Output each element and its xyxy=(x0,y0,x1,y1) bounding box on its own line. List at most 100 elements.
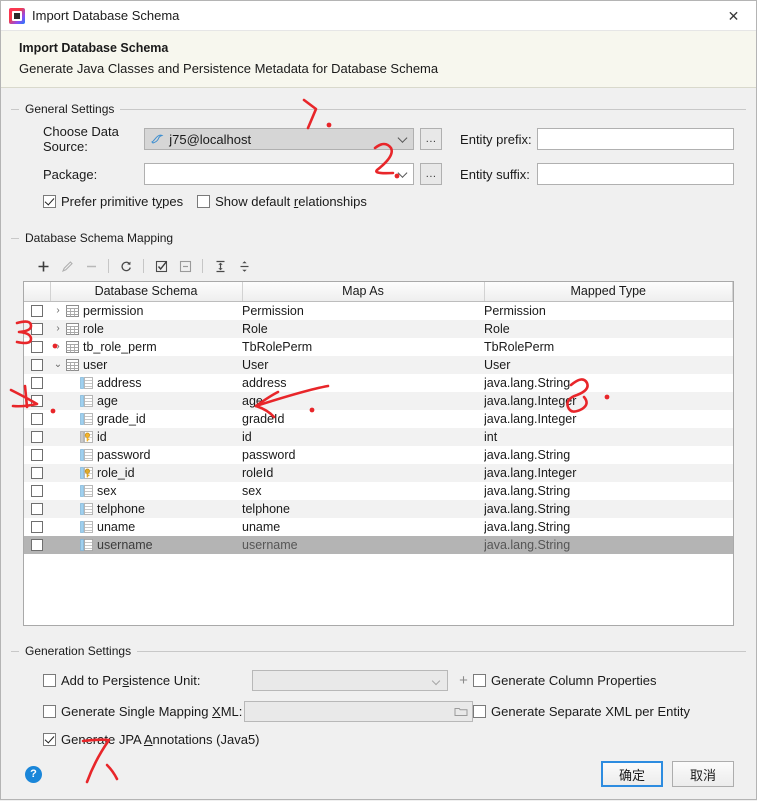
generate-column-properties-checkbox[interactable] xyxy=(473,674,486,687)
mapped-type-cell[interactable]: java.lang.String xyxy=(484,518,733,536)
expand-all-icon[interactable] xyxy=(208,256,232,276)
row-checkbox-cell[interactable] xyxy=(24,301,50,320)
map-as-cell[interactable]: password xyxy=(242,446,484,464)
select-all-icon[interactable] xyxy=(149,256,173,276)
table-row[interactable]: role_idroleIdjava.lang.Integer xyxy=(24,464,733,482)
row-checkbox[interactable] xyxy=(31,449,43,461)
help-icon[interactable]: ? xyxy=(25,766,42,783)
row-checkbox-cell[interactable] xyxy=(24,410,50,428)
close-icon[interactable]: ✕ xyxy=(711,1,756,31)
data-source-combo[interactable]: j75@localhost xyxy=(144,128,414,150)
collapse-all-icon[interactable] xyxy=(232,256,256,276)
map-as-cell[interactable]: User xyxy=(242,356,484,374)
row-checkbox-cell[interactable] xyxy=(24,338,50,356)
mapped-type-cell[interactable]: java.lang.Integer xyxy=(484,410,733,428)
header-database-schema[interactable]: Database Schema xyxy=(50,282,242,301)
map-as-cell[interactable]: uname xyxy=(242,518,484,536)
mapped-type-cell[interactable]: java.lang.Integer xyxy=(484,464,733,482)
table-row[interactable]: passwordpasswordjava.lang.String xyxy=(24,446,733,464)
map-as-cell[interactable]: gradeId xyxy=(242,410,484,428)
map-as-cell[interactable]: id xyxy=(242,428,484,446)
entity-suffix-input[interactable] xyxy=(537,163,734,185)
single-xml-path-field[interactable] xyxy=(244,701,473,722)
table-row[interactable]: sexsexjava.lang.String xyxy=(24,482,733,500)
row-checkbox[interactable] xyxy=(31,377,43,389)
row-checkbox-cell[interactable] xyxy=(24,356,50,374)
mapped-type-cell[interactable]: java.lang.Integer xyxy=(484,392,733,410)
row-checkbox[interactable] xyxy=(31,341,43,353)
row-checkbox-cell[interactable] xyxy=(24,500,50,518)
row-checkbox[interactable] xyxy=(31,467,43,479)
row-checkbox[interactable] xyxy=(31,413,43,425)
map-as-cell[interactable]: username xyxy=(242,536,484,554)
cancel-button[interactable]: 取消 xyxy=(672,761,734,787)
deselect-all-icon[interactable] xyxy=(173,256,197,276)
table-row[interactable]: ›permissionPermissionPermission xyxy=(24,301,733,320)
mapped-type-cell[interactable]: Permission xyxy=(484,301,733,320)
table-row[interactable]: ⌄userUserUser xyxy=(24,356,733,374)
package-browse-button[interactable]: ... xyxy=(420,163,442,185)
row-checkbox[interactable] xyxy=(31,521,43,533)
mapped-type-cell[interactable]: java.lang.String xyxy=(484,536,733,554)
mapped-type-cell[interactable]: java.lang.String xyxy=(484,374,733,392)
table-row[interactable]: grade_idgradeIdjava.lang.Integer xyxy=(24,410,733,428)
chevron-right-icon[interactable]: › xyxy=(50,323,66,334)
row-checkbox-cell[interactable] xyxy=(24,446,50,464)
table-row[interactable]: ididint xyxy=(24,428,733,446)
table-row[interactable]: ›roleRoleRole xyxy=(24,320,733,338)
table-row[interactable]: unameunamejava.lang.String xyxy=(24,518,733,536)
row-checkbox[interactable] xyxy=(31,485,43,497)
table-row[interactable]: ageagejava.lang.Integer xyxy=(24,392,733,410)
map-as-cell[interactable]: age xyxy=(242,392,484,410)
mapped-type-cell[interactable]: java.lang.String xyxy=(484,500,733,518)
mapped-type-cell[interactable]: Role xyxy=(484,320,733,338)
header-map-as[interactable]: Map As xyxy=(242,282,484,301)
folder-icon[interactable] xyxy=(454,705,468,717)
row-checkbox[interactable] xyxy=(31,539,43,551)
row-checkbox-cell[interactable] xyxy=(24,464,50,482)
add-persistence-unit-checkbox[interactable] xyxy=(43,674,56,687)
map-as-cell[interactable]: telphone xyxy=(242,500,484,518)
prefer-primitive-types-checkbox[interactable] xyxy=(43,195,56,208)
row-checkbox-cell[interactable] xyxy=(24,518,50,536)
mapped-type-cell[interactable]: int xyxy=(484,428,733,446)
table-row[interactable]: telphonetelphonejava.lang.String xyxy=(24,500,733,518)
row-checkbox[interactable] xyxy=(31,323,43,335)
ok-button[interactable]: 确定 xyxy=(601,761,663,787)
mapped-type-cell[interactable]: TbRolePerm xyxy=(484,338,733,356)
mapped-type-cell[interactable]: User xyxy=(484,356,733,374)
mapped-type-cell[interactable]: java.lang.String xyxy=(484,446,733,464)
row-checkbox[interactable] xyxy=(31,395,43,407)
show-default-relationships-checkbox[interactable] xyxy=(197,195,210,208)
row-checkbox-cell[interactable] xyxy=(24,482,50,500)
map-as-cell[interactable]: Role xyxy=(242,320,484,338)
row-checkbox[interactable] xyxy=(31,503,43,515)
refresh-icon[interactable] xyxy=(114,256,138,276)
add-persistence-unit-button[interactable]: + xyxy=(454,670,473,691)
persistence-unit-combo[interactable] xyxy=(252,670,448,691)
mapped-type-cell[interactable]: java.lang.String xyxy=(484,482,733,500)
entity-prefix-input[interactable] xyxy=(537,128,734,150)
schema-mapping-table-container[interactable]: Database Schema Map As Mapped Type ›perm… xyxy=(23,281,734,626)
map-as-cell[interactable]: Permission xyxy=(242,301,484,320)
map-as-cell[interactable]: sex xyxy=(242,482,484,500)
row-checkbox-cell[interactable] xyxy=(24,374,50,392)
row-checkbox-cell[interactable] xyxy=(24,320,50,338)
package-combo[interactable] xyxy=(144,163,414,185)
generate-separate-xml-checkbox[interactable] xyxy=(473,705,486,718)
add-icon[interactable] xyxy=(31,256,55,276)
generate-single-mapping-xml-checkbox[interactable] xyxy=(43,705,56,718)
table-row[interactable]: addressaddressjava.lang.String xyxy=(24,374,733,392)
map-as-cell[interactable]: address xyxy=(242,374,484,392)
row-checkbox[interactable] xyxy=(31,431,43,443)
table-row[interactable]: usernameusernamejava.lang.String xyxy=(24,536,733,554)
map-as-cell[interactable]: TbRolePerm xyxy=(242,338,484,356)
header-mapped-type[interactable]: Mapped Type xyxy=(484,282,733,301)
row-checkbox-cell[interactable] xyxy=(24,536,50,554)
map-as-cell[interactable]: roleId xyxy=(242,464,484,482)
row-checkbox-cell[interactable] xyxy=(24,392,50,410)
row-checkbox[interactable] xyxy=(31,359,43,371)
chevron-right-icon[interactable]: › xyxy=(50,305,66,316)
row-checkbox[interactable] xyxy=(31,305,43,317)
chevron-down-icon[interactable]: ⌄ xyxy=(50,359,66,370)
